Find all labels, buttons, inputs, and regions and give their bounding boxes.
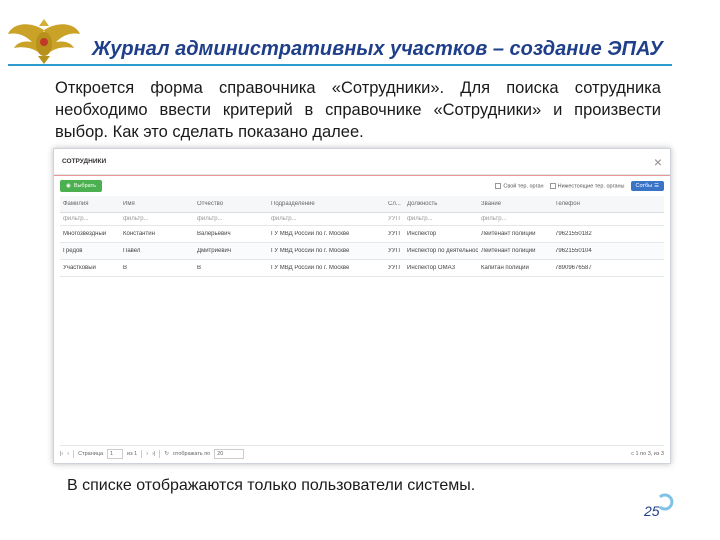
pagination-bar: |‹ ‹ Страница 1 из 1 › ›| ↻ отображать п… bbox=[60, 445, 664, 459]
employees-table: Фамилия Имя Отчество Подразделение Сл...… bbox=[60, 196, 664, 277]
divider bbox=[141, 449, 143, 458]
dialog-toolbar: ◉ Выбрать Свой тер. орган Нижестоящие те… bbox=[60, 179, 664, 193]
column-header[interactable]: Имя bbox=[120, 201, 194, 207]
cell-department: ГУ МВД России по г. Москве bbox=[271, 248, 350, 254]
cell-firstname: Павел bbox=[123, 248, 141, 254]
prev-page-icon[interactable]: ‹ bbox=[67, 451, 69, 457]
intro-text: Откроется форма справочника «Сотрудники»… bbox=[55, 79, 661, 141]
filter-input[interactable]: фильтр... bbox=[268, 216, 385, 222]
pagination-summary: с 1 по 3, из 3 bbox=[631, 450, 664, 457]
cell-position: Инспектор ОМАЗ bbox=[407, 265, 456, 271]
column-header[interactable]: Сл... bbox=[385, 201, 404, 207]
cell-rank: Лейтенант полиции bbox=[481, 231, 536, 237]
filter-input[interactable]: фильтр... bbox=[120, 216, 194, 222]
filter-input[interactable]: фильтр... bbox=[194, 216, 268, 222]
slide-title: Журнал административных участков – созда… bbox=[92, 38, 663, 60]
page-label: Страница bbox=[78, 450, 104, 457]
cell-lastname: Многозвездный bbox=[63, 231, 107, 237]
table-row[interactable]: Гредов Павел Дмитриевич ГУ МВД России по… bbox=[60, 243, 664, 260]
cell-patronymic: В bbox=[197, 265, 202, 271]
cell-service: УУП bbox=[388, 231, 400, 237]
cell-service: УУП bbox=[388, 265, 400, 271]
checkbox-icon bbox=[495, 182, 502, 189]
multi-org-checkbox[interactable]: Нижестоящие тер. органы bbox=[549, 182, 625, 190]
cell-patronymic: Дмитриевич bbox=[197, 248, 231, 254]
filter-input[interactable]: фильтр... bbox=[404, 216, 478, 222]
per-page-label: отображать по bbox=[172, 450, 211, 457]
table-row[interactable]: Участковый В В ГУ МВД России по г. Москв… bbox=[60, 260, 664, 277]
title-underline-left bbox=[8, 64, 88, 66]
toolbar-options: Свой тер. орган Нижестоящие тер. органы … bbox=[495, 181, 664, 191]
table-header-row: Фамилия Имя Отчество Подразделение Сл...… bbox=[60, 196, 664, 213]
dialog-title: СОТРУДНИКИ bbox=[62, 158, 107, 165]
column-header[interactable]: Фамилия bbox=[60, 201, 120, 207]
checkbox-icon bbox=[549, 182, 556, 189]
cell-firstname: Константин bbox=[123, 231, 155, 237]
table-row[interactable]: Многозвездный Константин Валерьевич ГУ М… bbox=[60, 226, 664, 243]
cell-phone: 78909676587 bbox=[555, 265, 592, 271]
column-header[interactable]: Отчество bbox=[194, 201, 268, 207]
cell-lastname: Участковый bbox=[63, 265, 96, 271]
cell-firstname: В bbox=[123, 265, 128, 271]
cell-rank: Капитан полиции bbox=[481, 265, 529, 271]
cell-position: Инспектор bbox=[407, 231, 437, 237]
emblem-logo bbox=[8, 19, 80, 64]
column-header[interactable]: Звание bbox=[478, 201, 552, 207]
title-underline bbox=[88, 64, 672, 66]
divider bbox=[73, 449, 75, 458]
page-arc-icon bbox=[658, 493, 674, 511]
employees-dialog: СОТРУДНИКИ × ◉ Выбрать Свой тер. орган Н… bbox=[53, 148, 671, 464]
cell-department: ГУ МВД России по г. Москве bbox=[271, 231, 350, 237]
filter-row: фильтр... фильтр... фильтр... фильтр... … bbox=[60, 213, 664, 226]
column-header[interactable]: Подразделение bbox=[268, 201, 385, 207]
column-header[interactable]: Телефон bbox=[552, 201, 620, 207]
column-header[interactable]: Должность bbox=[404, 201, 478, 207]
cell-patronymic: Валерьевич bbox=[197, 231, 231, 237]
own-org-label: Свой тер. орган bbox=[503, 183, 544, 190]
cell-phone: 79621550104 bbox=[555, 248, 592, 254]
staff-button-label: Сотбы bbox=[635, 183, 653, 189]
eye-icon: ◉ bbox=[66, 183, 71, 189]
select-button[interactable]: ◉ Выбрать bbox=[60, 180, 102, 192]
menu-icon: ☰ bbox=[654, 183, 659, 189]
cell-lastname: Гредов bbox=[63, 248, 83, 254]
close-icon[interactable]: × bbox=[654, 155, 662, 169]
per-page-select[interactable]: 20 bbox=[214, 448, 245, 459]
select-button-label: Выбрать bbox=[73, 183, 96, 189]
dialog-header: СОТРУДНИКИ × bbox=[54, 149, 670, 175]
next-page-icon[interactable]: › bbox=[146, 451, 148, 457]
own-org-checkbox[interactable]: Свой тер. орган bbox=[495, 182, 544, 190]
multi-org-label: Нижестоящие тер. органы bbox=[557, 183, 625, 190]
cell-phone: 79621550182 bbox=[555, 231, 592, 237]
filter-input[interactable]: фильтр... bbox=[60, 216, 120, 222]
divider bbox=[159, 449, 161, 458]
note-text: В списке отображаются только пользовател… bbox=[67, 477, 476, 494]
header-divider bbox=[54, 175, 670, 176]
staff-button[interactable]: Сотбы ☰ bbox=[630, 181, 664, 191]
first-page-icon[interactable]: |‹ bbox=[60, 451, 63, 457]
page-count: из 1 bbox=[127, 450, 138, 457]
filter-input[interactable]: УУП bbox=[385, 216, 404, 222]
page-input[interactable]: 1 bbox=[107, 448, 124, 459]
cell-service: УУП bbox=[388, 248, 400, 254]
cell-department: ГУ МВД России по г. Москве bbox=[271, 265, 350, 271]
cell-position: Инспектор по деятельност... bbox=[407, 248, 478, 254]
filter-input[interactable]: фильтр... bbox=[478, 216, 552, 222]
last-page-icon[interactable]: ›| bbox=[152, 451, 155, 457]
refresh-icon[interactable]: ↻ bbox=[164, 451, 169, 457]
cell-rank: Лейтенант полиции bbox=[481, 248, 536, 254]
